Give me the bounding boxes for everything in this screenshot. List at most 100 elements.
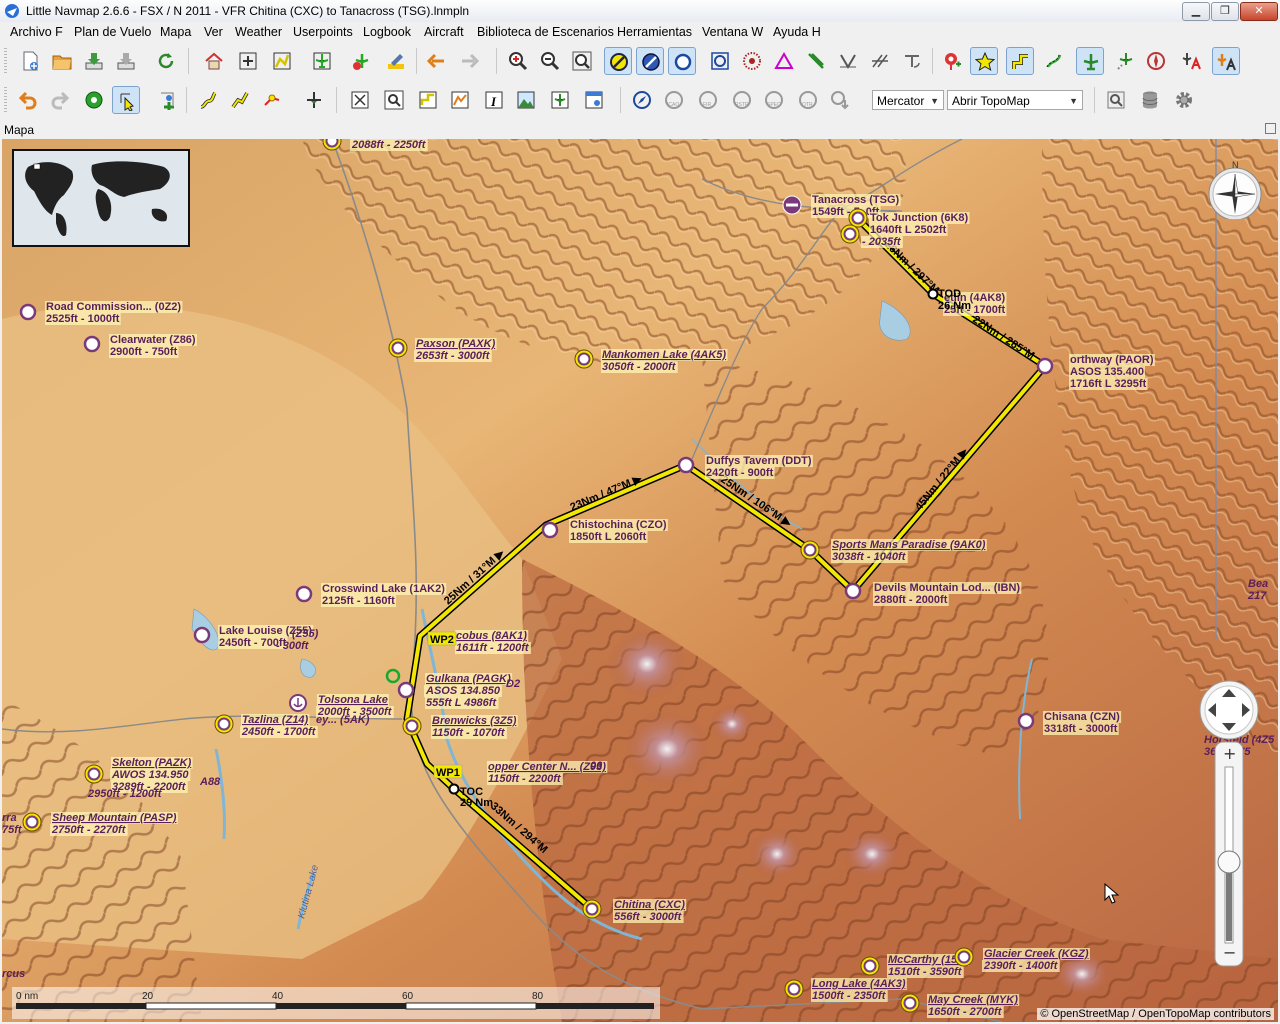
show-tracks-button[interactable] bbox=[898, 47, 926, 75]
undo-button[interactable] bbox=[14, 86, 42, 114]
menu-archivo[interactable]: Archivo F bbox=[10, 25, 63, 39]
show-waypoint-button[interactable] bbox=[668, 47, 696, 75]
show-vor-rose-button[interactable] bbox=[706, 47, 734, 75]
menu-ventana[interactable]: Ventana W bbox=[702, 25, 763, 39]
airspace-altitude-button[interactable] bbox=[826, 86, 854, 114]
search-button[interactable] bbox=[380, 86, 408, 114]
save-as-button[interactable] bbox=[112, 47, 140, 75]
airport-symbol-icon[interactable] bbox=[1017, 712, 1035, 730]
menu-mapa[interactable]: Mapa bbox=[160, 25, 191, 39]
center-aircraft-button[interactable] bbox=[308, 47, 336, 75]
toolbar-grip[interactable] bbox=[4, 87, 7, 113]
calc-radionav-button[interactable] bbox=[226, 86, 254, 114]
airport-symbol-icon[interactable] bbox=[295, 585, 313, 603]
show-ndb-dots-button[interactable] bbox=[738, 47, 766, 75]
menu-plan-de-vuelo[interactable]: Plan de Vuelo bbox=[74, 25, 151, 39]
airport-symbol-icon[interactable] bbox=[397, 681, 415, 699]
center-flightplan-button[interactable] bbox=[234, 47, 262, 75]
menu-aircraft[interactable]: Aircraft bbox=[424, 25, 464, 39]
open-flightplan-button[interactable] bbox=[48, 47, 76, 75]
info-window-button[interactable]: I bbox=[480, 86, 508, 114]
airport-symbol-icon[interactable] bbox=[541, 521, 559, 539]
zoom-minus-icon[interactable]: − bbox=[1223, 943, 1236, 962]
save-flightplan-button[interactable] bbox=[80, 47, 108, 75]
airport-symbol-icon[interactable] bbox=[19, 303, 37, 321]
redo-button[interactable] bbox=[46, 86, 74, 114]
database-button[interactable] bbox=[1136, 86, 1164, 114]
menu-ver[interactable]: Ver bbox=[204, 25, 223, 39]
show-vor-button[interactable] bbox=[604, 47, 632, 75]
show-route-button[interactable] bbox=[268, 47, 296, 75]
menu-biblioteca[interactable]: Biblioteca de Escenarios bbox=[477, 25, 614, 39]
menu-ayuda[interactable]: Ayuda H bbox=[773, 25, 821, 39]
zoom-plus-icon[interactable]: + bbox=[1223, 744, 1236, 763]
show-victor-airways-button[interactable] bbox=[834, 47, 862, 75]
airport-symbol-icon[interactable] bbox=[844, 582, 862, 600]
show-trail-button[interactable] bbox=[1040, 47, 1068, 75]
map-attribution[interactable]: © OpenStreetMap / OpenTopoMap contributo… bbox=[1037, 1008, 1274, 1020]
map-window-button[interactable] bbox=[346, 86, 374, 114]
airspace-restricted-button[interactable]: RSTR bbox=[728, 86, 756, 114]
add-waypoint-button[interactable] bbox=[154, 86, 182, 114]
show-flightplan-button[interactable] bbox=[1006, 47, 1034, 75]
aircraft-window-button[interactable] bbox=[546, 86, 574, 114]
legend-window-button[interactable] bbox=[580, 86, 608, 114]
toc-marker[interactable] bbox=[448, 783, 460, 795]
zoom-out-button[interactable] bbox=[536, 47, 564, 75]
reverse-route-button[interactable] bbox=[300, 86, 328, 114]
projection-select[interactable]: Mercator ▼ bbox=[872, 90, 944, 110]
zoom-handle[interactable] bbox=[1217, 850, 1241, 874]
zoom-in-button[interactable] bbox=[504, 47, 532, 75]
aircraft-center-wind-button[interactable] bbox=[1212, 47, 1240, 75]
calc-airways-button[interactable] bbox=[258, 86, 286, 114]
show-jet-airways-button[interactable] bbox=[866, 47, 894, 75]
select-departure-button[interactable] bbox=[80, 86, 108, 114]
show-ai-aircraft-button[interactable] bbox=[1110, 47, 1138, 75]
minimize-button[interactable]: ▁ bbox=[1182, 2, 1210, 21]
close-button[interactable]: ✕ bbox=[1240, 2, 1278, 21]
menu-logbook[interactable]: Logbook bbox=[363, 25, 411, 39]
flightplan-window-button[interactable] bbox=[414, 86, 442, 114]
back-button[interactable] bbox=[422, 47, 450, 75]
airspace-other-button[interactable]: OTR bbox=[794, 86, 822, 114]
airport-symbol-icon[interactable] bbox=[193, 626, 211, 644]
show-ils-button[interactable] bbox=[802, 47, 830, 75]
airspace-fir-button[interactable]: FIR bbox=[694, 86, 722, 114]
airport-symbol-icon[interactable] bbox=[1036, 357, 1054, 375]
airspace-icao-button[interactable]: ICAO bbox=[660, 86, 688, 114]
terrain-window-button[interactable] bbox=[512, 86, 540, 114]
map-details-button[interactable] bbox=[1102, 86, 1130, 114]
select-mode-button[interactable] bbox=[112, 86, 140, 114]
compass-rose-button[interactable] bbox=[628, 86, 656, 114]
airport-symbol-icon[interactable] bbox=[83, 335, 101, 353]
new-flightplan-button[interactable] bbox=[16, 47, 44, 75]
add-userpoint-button[interactable] bbox=[938, 47, 966, 75]
show-favorites-button[interactable] bbox=[970, 47, 998, 75]
tod-marker[interactable] bbox=[927, 288, 939, 300]
airport-cobus-8ak1[interactable]: cobus (8AK1)1611ft - 1200ft bbox=[455, 630, 531, 654]
calc-direct-button[interactable] bbox=[194, 86, 222, 114]
pan-control[interactable] bbox=[1198, 679, 1260, 741]
settings-button[interactable] bbox=[1170, 86, 1198, 114]
map-view[interactable]: 33Nm / 294°M 25Nm / 31°M ▶ 23Nm / 47°M ▶… bbox=[2, 139, 1278, 1022]
zoom-fit-button[interactable] bbox=[568, 47, 596, 75]
profile-window-button[interactable] bbox=[446, 86, 474, 114]
aircraft-compass-button[interactable] bbox=[1142, 47, 1170, 75]
compass-icon[interactable]: N bbox=[1206, 161, 1264, 219]
airport-symbol-icon[interactable] bbox=[677, 456, 695, 474]
clear-selection-button[interactable] bbox=[348, 47, 376, 75]
show-triangle-wp-button[interactable] bbox=[770, 47, 798, 75]
airspace-special-button[interactable]: SPEC bbox=[760, 86, 788, 114]
zoom-slider[interactable]: + − bbox=[1214, 741, 1244, 967]
overview-map[interactable] bbox=[12, 149, 190, 247]
menu-weather[interactable]: Weather bbox=[235, 25, 282, 39]
theme-select[interactable]: Abrir TopoMap ▼ bbox=[947, 90, 1083, 110]
edit-button[interactable] bbox=[382, 47, 410, 75]
aircraft-wind-button[interactable] bbox=[1178, 47, 1206, 75]
menu-userpoints[interactable]: Userpoints bbox=[293, 25, 353, 39]
toolbar-grip[interactable] bbox=[4, 48, 7, 74]
reload-button[interactable] bbox=[152, 47, 180, 75]
undock-icon[interactable] bbox=[1265, 123, 1276, 134]
forward-button[interactable] bbox=[456, 47, 484, 75]
show-aircraft-button[interactable] bbox=[1076, 47, 1104, 75]
